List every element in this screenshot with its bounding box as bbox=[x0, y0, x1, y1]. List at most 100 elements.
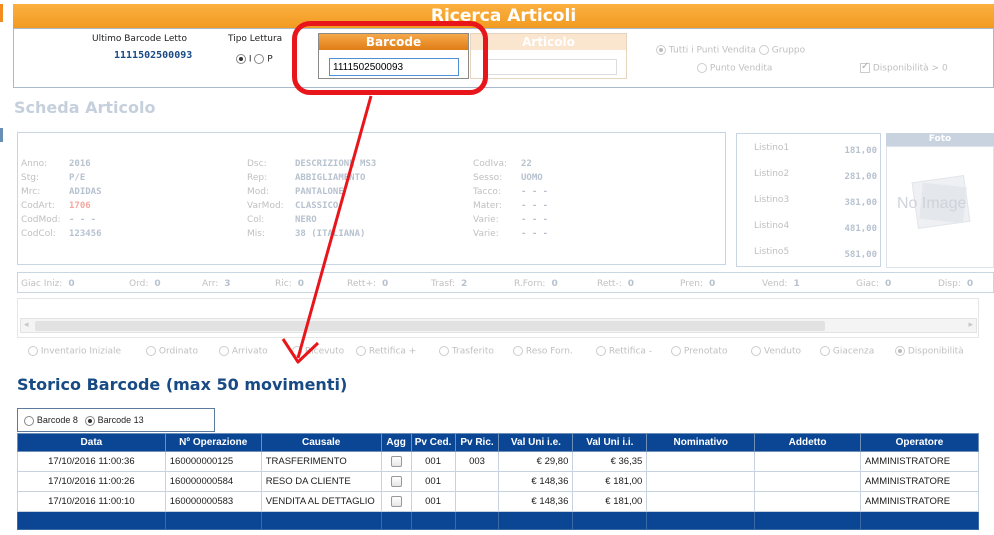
tipo-lettura-label: Tipo Lettura bbox=[228, 34, 283, 44]
quantity-field: Trasf: 2 bbox=[431, 279, 467, 289]
table-row[interactable]: 17/10/2016 11:00:36 160000000125 TRASFERIM… bbox=[17, 451, 980, 472]
quantity-label: Rett+: bbox=[347, 279, 377, 289]
articolo-tab[interactable]: Articolo bbox=[471, 34, 626, 50]
title-bar: Ricerca Articoli bbox=[13, 4, 994, 28]
scroll-right-icon[interactable]: ▸ bbox=[968, 320, 973, 330]
movement-filter-option: Arrivato bbox=[219, 346, 268, 357]
quantities-bar bbox=[17, 272, 994, 293]
detail-label: Col: bbox=[247, 215, 265, 225]
column-header[interactable]: Addetto bbox=[754, 433, 861, 452]
agg-checkbox[interactable] bbox=[390, 475, 402, 487]
movement-filter-radio[interactable] bbox=[439, 346, 449, 356]
movement-filter-radio[interactable] bbox=[751, 346, 761, 356]
column-header[interactable]: Nominativo bbox=[646, 433, 756, 452]
quantity-label: Giac: bbox=[856, 279, 879, 289]
column-header[interactable]: Val Uni i.i. bbox=[572, 433, 648, 452]
tutti-pv-label: Tutti i Punti Vendita bbox=[668, 45, 757, 56]
highlight-ring bbox=[292, 21, 488, 95]
quantity-label: Vend: bbox=[762, 279, 788, 289]
detail-label: Anno: bbox=[21, 159, 48, 169]
agg-checkbox[interactable] bbox=[390, 495, 402, 507]
movement-filter-radio[interactable] bbox=[292, 346, 302, 356]
column-header[interactable]: Pv Ric. bbox=[454, 433, 500, 452]
movement-filter-label: Venduto bbox=[761, 346, 802, 357]
column-header[interactable]: Operatore bbox=[859, 433, 980, 452]
quantity-field: Giac Iniz: 0 bbox=[21, 279, 75, 289]
movement-filter-radio[interactable] bbox=[671, 346, 681, 356]
disponibilita-checkbox[interactable] bbox=[860, 61, 870, 73]
movement-filter-option: Giacenza bbox=[820, 346, 874, 357]
detail-field: Varie: - - - bbox=[473, 215, 548, 225]
movement-filter-option: Rettifica + bbox=[356, 346, 416, 357]
quantity-value: 0 bbox=[884, 279, 892, 289]
tutti-pv-radio[interactable] bbox=[656, 45, 666, 55]
tipo-lettura-p-radio[interactable] bbox=[254, 54, 265, 64]
detail-field: Stg: P/E bbox=[21, 173, 85, 183]
table-cell: VENDITA AL DETTAGLIO bbox=[260, 491, 382, 512]
movement-filter-radio[interactable] bbox=[513, 346, 523, 356]
listino-value: 281,00 bbox=[844, 172, 877, 182]
articolo-input[interactable] bbox=[483, 59, 617, 75]
punto-vendita-radio[interactable] bbox=[697, 63, 707, 73]
detail-label: Varie: bbox=[473, 215, 499, 225]
horizontal-scrollbar[interactable]: ◂ ▸ bbox=[20, 318, 977, 333]
detail-label: CodCol: bbox=[21, 229, 56, 239]
movement-filter-radio[interactable] bbox=[356, 346, 366, 356]
barcode8-radio[interactable] bbox=[24, 415, 34, 426]
movement-filter-radio[interactable] bbox=[596, 346, 606, 356]
table-cell: € 36,35 bbox=[572, 451, 648, 472]
tipo-lettura-i-radio[interactable] bbox=[236, 54, 246, 64]
table-cell bbox=[380, 491, 412, 512]
last-barcode-value: 1111502500093 bbox=[114, 50, 193, 61]
movement-filter-option: Venduto bbox=[751, 346, 801, 357]
quantity-field: Rett-: 0 bbox=[597, 279, 634, 289]
table-cell: AMMINISTRATORE bbox=[859, 471, 980, 492]
quantity-value: 3 bbox=[224, 279, 231, 289]
table-row[interactable]: 17/10/2016 11:00:10 160000000583 VENDITA A… bbox=[17, 491, 980, 512]
disponibilita-label: Disponibilità > 0 bbox=[872, 63, 948, 74]
quantity-field: Ric: 0 bbox=[275, 279, 304, 289]
table-cell bbox=[754, 471, 861, 492]
agg-checkbox[interactable] bbox=[390, 455, 402, 467]
detail-value: 123456 bbox=[69, 229, 102, 239]
detail-value: 22 bbox=[521, 159, 532, 169]
detail-field: Tacco: - - - bbox=[473, 187, 548, 197]
detail-label: CodMod: bbox=[21, 215, 61, 225]
detail-field: Mis: 38 (ITALIANA) bbox=[247, 229, 365, 239]
scroll-thumb[interactable] bbox=[35, 321, 825, 331]
quantity-label: Disp: bbox=[938, 279, 961, 289]
table-cell bbox=[646, 451, 756, 472]
gruppo-radio[interactable] bbox=[758, 45, 769, 55]
movement-filter-radio[interactable] bbox=[219, 346, 229, 356]
pv-option: Punto Vendita bbox=[697, 63, 772, 74]
column-header[interactable]: Val Uni i.e. bbox=[498, 433, 574, 452]
table-cell: € 148,36 bbox=[498, 491, 574, 512]
table-cell bbox=[380, 451, 412, 472]
movement-filter-radio[interactable] bbox=[28, 346, 38, 356]
table-cell: € 29,80 bbox=[498, 451, 574, 472]
footer-cell bbox=[410, 511, 456, 530]
table-cell: TRASFERIMENTO bbox=[260, 451, 382, 472]
column-header[interactable]: Causale bbox=[260, 433, 382, 452]
movement-filter-label: Ordinato bbox=[156, 346, 198, 357]
table-cell: 003 bbox=[454, 451, 500, 472]
detail-field: Rep: ABBIGLIAMENTO bbox=[247, 173, 365, 183]
movement-filter-radio[interactable] bbox=[820, 346, 830, 356]
column-header[interactable]: Data bbox=[17, 433, 166, 452]
quantity-value: 0 bbox=[297, 279, 304, 289]
quantity-value: 0 bbox=[551, 279, 558, 289]
table-cell: AMMINISTRATORE bbox=[859, 451, 980, 472]
barcode13-radio[interactable] bbox=[84, 415, 95, 426]
column-header[interactable]: Nº Operazione bbox=[164, 433, 262, 452]
scroll-left-icon[interactable]: ◂ bbox=[24, 320, 29, 330]
table-row[interactable]: 17/10/2016 11:00:26 160000000584 RESO DA C… bbox=[17, 471, 980, 492]
footer-cell bbox=[572, 511, 648, 530]
table-cell bbox=[754, 491, 861, 512]
detail-value: 2016 bbox=[69, 159, 91, 169]
movement-filter-radio[interactable] bbox=[146, 346, 156, 356]
column-header[interactable]: Pv Ced. bbox=[410, 433, 456, 452]
movement-filter-option: Reso Forn. bbox=[513, 346, 573, 357]
column-header[interactable]: Agg bbox=[380, 433, 412, 452]
movement-filter-radio[interactable] bbox=[895, 346, 905, 356]
movement-filter-label: Giacenza bbox=[830, 346, 875, 357]
